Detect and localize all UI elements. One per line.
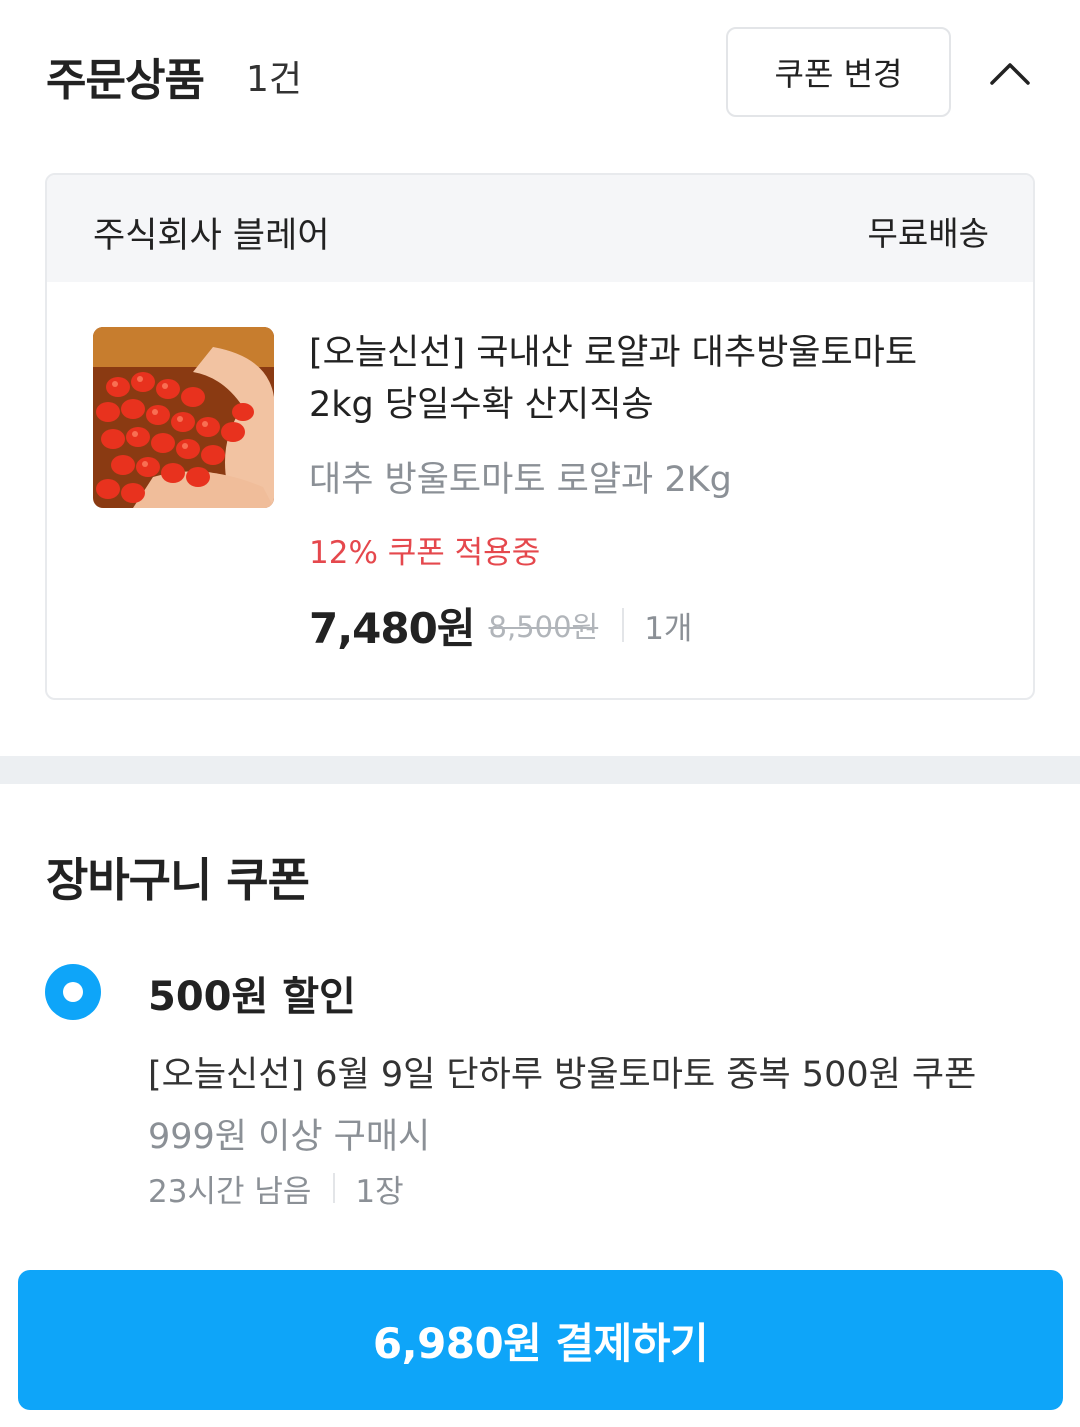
coupon-condition: 999원 이상 구매시 <box>148 1117 431 1157</box>
coupon-meta: 23시간 남음 1장 <box>148 1168 404 1210</box>
coupon-quantity: 1장 <box>355 1173 404 1210</box>
coupon-radio-button[interactable] <box>45 964 101 1020</box>
pay-button-label: 6,980원 결제하기 <box>372 1318 709 1368</box>
original-price: 8,500원 <box>488 610 599 644</box>
order-count: 1건 <box>246 59 303 100</box>
section-divider <box>0 756 1080 784</box>
radio-selected-dot <box>63 982 83 1002</box>
coupon-remaining-time: 23시간 남음 <box>148 1173 312 1210</box>
coupon-name: [오늘신선] 6월 9일 단하루 방울토마토 중복 500원 쿠폰 <box>148 1055 977 1095</box>
order-title: 주문상품 <box>46 55 205 106</box>
chevron-up-icon <box>990 63 1030 85</box>
price-row: 7,480원 8,500원 1개 <box>309 595 692 655</box>
final-price: 7,480원 <box>309 603 475 653</box>
product-name[interactable]: [오늘신선] 국내산 로얄과 대추방울토마토 2kg 당일수확 산지직송 <box>309 327 989 431</box>
cart-coupon-title: 장바구니 쿠폰 <box>46 853 310 907</box>
product-card: 주식회사 블레어 무료배송 [오늘신선] 국내산 로얄과 대추방울토마토 2kg… <box>45 173 1035 700</box>
shipping-label: 무료배송 <box>867 214 989 253</box>
price-divider <box>622 608 625 642</box>
collapse-toggle-button[interactable] <box>982 48 1038 98</box>
coupon-applied-label: 12% 쿠폰 적용중 <box>309 535 541 571</box>
seller-bar: 주식회사 블레어 무료배송 <box>47 175 1033 282</box>
coupon-amount[interactable]: 500원 할인 <box>148 964 356 1022</box>
order-header: 주문상품 1건 쿠폰 변경 <box>0 0 1080 140</box>
product-option: 대추 방울토마토 로얄과 2Kg <box>309 460 732 500</box>
pay-button[interactable]: 6,980원 결제하기 <box>18 1270 1063 1410</box>
product-quantity: 1개 <box>644 610 693 647</box>
change-coupon-button[interactable]: 쿠폰 변경 <box>726 27 951 117</box>
product-image <box>93 327 274 508</box>
seller-name: 주식회사 블레어 <box>93 216 330 256</box>
cherry-tomatoes-photo <box>93 327 274 508</box>
coupon-meta-divider <box>333 1173 336 1203</box>
